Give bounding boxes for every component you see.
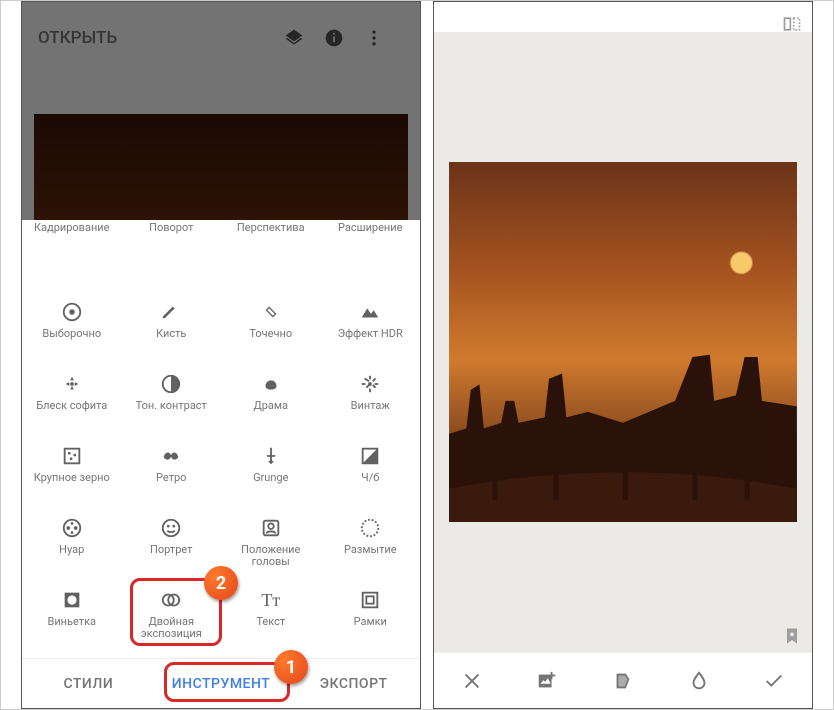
blur-icon — [356, 514, 384, 542]
editor-toolbar — [434, 652, 812, 708]
bw-icon — [356, 442, 384, 470]
tool-noir[interactable]: Нуар — [22, 508, 122, 580]
tool-crop[interactable]: Кадрирование — [22, 220, 122, 292]
tool-label: Драма — [253, 400, 288, 412]
tool-label: Grunge — [253, 472, 288, 484]
screen-double-exposure-editor — [433, 1, 813, 709]
tool-label: Виньетка — [47, 616, 96, 628]
tool-label: Текст — [256, 616, 285, 628]
tool-grunge[interactable]: Grunge — [221, 436, 321, 508]
blend-mode-button[interactable] — [585, 670, 661, 692]
compare-icon[interactable] — [782, 14, 802, 34]
noir-icon — [58, 514, 86, 542]
tool-frames[interactable]: Рамки — [321, 580, 421, 652]
tool-bw[interactable]: Ч/б — [321, 436, 421, 508]
vintage-icon — [356, 370, 384, 398]
tool-label: Рамки — [354, 616, 387, 628]
hdr-icon — [356, 298, 384, 326]
tool-label: Поворот — [149, 222, 193, 234]
confirm-button[interactable] — [736, 670, 812, 692]
callout-badge-1: 1 — [274, 650, 308, 684]
retro-icon — [157, 442, 185, 470]
scrim-overlay — [22, 2, 420, 234]
tool-label: Двойная экспозиция — [126, 616, 216, 640]
tool-tonal[interactable]: Тон. контраст — [122, 364, 222, 436]
tool-label: Расширение — [338, 222, 402, 234]
tool-label: Кисть — [156, 328, 186, 340]
callout-badge-2: 2 — [204, 566, 238, 600]
bottom-tabs: СТИЛИ ИНСТРУМЕНТ ЭКСПОРТ — [22, 658, 420, 708]
tool-rotate[interactable]: Поворот — [122, 220, 222, 292]
tab-tools[interactable]: ИНСТРУМЕНТ — [155, 659, 288, 708]
photo-preview — [449, 162, 797, 522]
headpose-icon — [257, 514, 285, 542]
tool-label: Размытие — [344, 544, 397, 556]
tool-label: Положение головы — [226, 544, 316, 568]
tool-perspective[interactable]: Перспектива — [221, 220, 321, 292]
frames-icon — [356, 586, 384, 614]
tab-styles[interactable]: СТИЛИ — [22, 659, 155, 708]
text-icon: Tт — [257, 586, 285, 614]
tool-label: Блеск софита — [36, 400, 107, 412]
healing-icon — [257, 298, 285, 326]
brush-icon — [157, 298, 185, 326]
tool-label: Эффект HDR — [338, 328, 403, 340]
tool-label: Ретро — [156, 472, 186, 484]
bookmark-icon[interactable] — [782, 626, 802, 646]
editor-canvas[interactable] — [434, 32, 812, 652]
tool-label: Тон. контраст — [136, 400, 207, 412]
tool-vintage[interactable]: Винтаж — [321, 364, 421, 436]
tool-label: Точечно — [249, 328, 292, 340]
tonal-icon — [157, 370, 185, 398]
tool-retro[interactable]: Ретро — [122, 436, 222, 508]
tool-label: Нуар — [59, 544, 84, 556]
portrait-icon — [157, 514, 185, 542]
double-exposure-icon — [157, 586, 185, 614]
tool-expand[interactable]: Расширение — [321, 220, 421, 292]
tool-selective[interactable]: Выборочно — [22, 292, 122, 364]
tool-label: Кадрирование — [34, 222, 109, 234]
glamour-icon — [58, 370, 86, 398]
close-button[interactable] — [434, 670, 510, 692]
grunge-icon — [257, 442, 285, 470]
tool-grainy[interactable]: Крупное зерно — [22, 436, 122, 508]
tool-label: Крупное зерно — [34, 472, 110, 484]
tool-hdr[interactable]: Эффект HDR — [321, 292, 421, 364]
tool-label: Ч/б — [361, 472, 379, 484]
grainy-icon — [58, 442, 86, 470]
tool-glamour[interactable]: Блеск софита — [22, 364, 122, 436]
tool-healing[interactable]: Точечно — [221, 292, 321, 364]
tool-label: Портрет — [150, 544, 192, 556]
tool-portrait[interactable]: Портрет — [122, 508, 222, 580]
drama-icon — [257, 370, 285, 398]
tool-label: Винтаж — [351, 400, 390, 412]
tool-label: Перспектива — [237, 222, 305, 234]
add-image-button[interactable] — [510, 670, 586, 692]
vignette-icon — [58, 586, 86, 614]
selective-icon — [58, 298, 86, 326]
tool-vignette[interactable]: Виньетка — [22, 580, 122, 652]
opacity-button[interactable] — [661, 670, 737, 692]
screen-tools: ОТКРЫТЬ Кадрирование Поворот Перспектива… — [21, 1, 421, 709]
tool-headpose[interactable]: Положение головы — [221, 508, 321, 580]
tool-drama[interactable]: Драма — [221, 364, 321, 436]
tool-label: Выборочно — [42, 328, 101, 340]
tool-blur[interactable]: Размытие — [321, 508, 421, 580]
tool-brush[interactable]: Кисть — [122, 292, 222, 364]
